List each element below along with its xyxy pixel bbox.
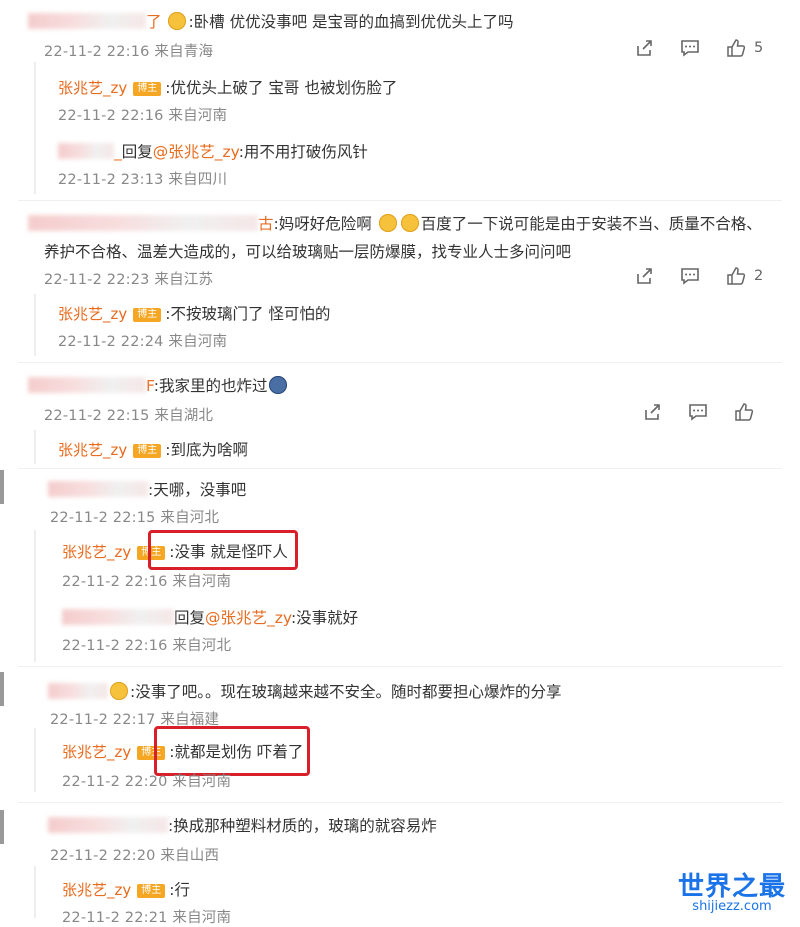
- comment-4-text: :天哪，没事吧: [48, 478, 246, 500]
- watermark: 世界之最 shijiezz.com: [678, 866, 786, 914]
- divider: [18, 200, 782, 201]
- reply-author[interactable]: 张兆艺_zy: [58, 305, 127, 323]
- emoji-icon: [400, 214, 419, 232]
- thread-line: [34, 866, 36, 918]
- blurred-username: [28, 13, 146, 29]
- like-count: 2: [754, 268, 764, 284]
- share-icon: [645, 404, 660, 420]
- author-badge: 博主: [133, 308, 162, 322]
- blurred-username: [48, 817, 168, 833]
- comment-button[interactable]: [688, 402, 708, 422]
- avatar-edge: [0, 672, 4, 706]
- reply-4b-meta: 22-11-2 22:16 来自河北: [62, 638, 232, 654]
- highlight-box: [148, 530, 298, 570]
- share-button[interactable]: [642, 402, 662, 422]
- reply-author[interactable]: 张兆艺_zy: [62, 743, 131, 761]
- comment-5-text: :没事了吧。。现在玻璃越来越不安全。随时都要担心爆炸的分享: [48, 680, 561, 702]
- reply-author[interactable]: 张兆艺_zy: [58, 441, 127, 459]
- author-badge: 博主: [133, 82, 162, 96]
- comment-6-meta: 22-11-2 22:20 来自山西: [50, 848, 220, 864]
- emoji-icon: [378, 214, 397, 232]
- reply-4-meta: 22-11-2 22:16 来自河南: [62, 574, 232, 590]
- like-icon: [735, 403, 754, 421]
- comment-1-meta: 22-11-2 22:16 来自青海: [44, 44, 214, 60]
- blurred-username: [28, 377, 146, 393]
- comment-2-meta: 22-11-2 22:23 来自江苏: [44, 272, 214, 288]
- watermark-url: shijiezz.com: [692, 899, 772, 914]
- comment-1-text: 了 :卧槽 优优没事吧 是宝哥的血搞到优优头上了吗: [28, 10, 514, 32]
- reply-1-text: 张兆艺_zy 博主:优优头上破了 宝哥 也被划伤脸了: [58, 79, 398, 97]
- comment-icon: [689, 404, 707, 421]
- blurred-username: [28, 215, 258, 231]
- emoji-icon: [168, 12, 187, 30]
- like-icon: [727, 39, 746, 57]
- thread-line: [34, 62, 36, 194]
- comment-3-text: F:我家里的也炸过: [28, 374, 289, 396]
- reply-author[interactable]: 张兆艺_zy: [62, 881, 131, 899]
- reply-6-meta: 22-11-2 22:21 来自河南: [62, 910, 232, 926]
- like-icon: [727, 267, 746, 285]
- comment-button[interactable]: [680, 38, 700, 58]
- comment-4-meta: 22-11-2 22:15 来自河北: [50, 510, 220, 526]
- reply-5-meta: 22-11-2 22:20 来自河南: [62, 774, 232, 790]
- comment-1-actions: 5: [634, 38, 763, 58]
- reply-1-meta: 22-11-2 22:16 来自河南: [58, 108, 228, 124]
- mention-link[interactable]: @张兆艺_zy: [153, 143, 239, 161]
- emoji-icon: [269, 376, 288, 394]
- comment-icon: [681, 40, 699, 57]
- comment-button[interactable]: [680, 266, 700, 286]
- divider: [18, 666, 782, 667]
- comment-3-actions: [642, 402, 754, 422]
- like-button[interactable]: [734, 402, 754, 422]
- blurred-username: [58, 143, 114, 159]
- blurred-username: [62, 609, 174, 625]
- avatar-edge: [0, 470, 4, 504]
- comment-3-meta: 22-11-2 22:15 来自湖北: [44, 408, 214, 424]
- highlight-box: [154, 726, 310, 776]
- blurred-username: [48, 481, 148, 497]
- thread-line: [34, 530, 36, 662]
- like-button[interactable]: 2: [726, 266, 763, 286]
- divider: [18, 362, 782, 363]
- reply-6-text: 张兆艺_zy 博主:行: [62, 881, 190, 899]
- share-icon: [637, 268, 652, 284]
- divider: [18, 802, 782, 803]
- emoji-icon: [110, 682, 128, 700]
- mention-link[interactable]: @张兆艺_zy: [205, 609, 291, 627]
- comment-icon: [681, 268, 699, 285]
- reply-author[interactable]: 张兆艺_zy: [62, 543, 131, 561]
- share-icon: [637, 40, 652, 56]
- thread-line: [34, 294, 36, 356]
- watermark-title: 世界之最: [677, 872, 786, 902]
- blurred-username: [48, 683, 108, 699]
- share-button[interactable]: [634, 38, 654, 58]
- reply-4b-text: 回复@张兆艺_zy:没事就好: [62, 606, 358, 628]
- reply-3-text: 张兆艺_zy 博主:到底为啥啊: [58, 441, 248, 459]
- share-button[interactable]: [634, 266, 654, 286]
- reply-1b-text: _回复@张兆艺_zy:用不用打破伤风针: [58, 140, 368, 162]
- reply-author[interactable]: 张兆艺_zy: [58, 79, 127, 97]
- thread-line: [34, 728, 36, 792]
- thread-line: [34, 430, 36, 464]
- comment-2-text: 古:妈呀好危险啊 百度了一下说可能是由于安装不当、质量不合格、: [28, 212, 762, 234]
- like-button[interactable]: 5: [726, 38, 763, 58]
- author-badge: 博主: [133, 444, 162, 458]
- reply-2-text: 张兆艺_zy 博主:不按玻璃门了 怪可怕的: [58, 305, 331, 323]
- author-badge: 博主: [137, 884, 166, 898]
- reply-1b-meta: 22-11-2 23:13 来自四川: [58, 172, 228, 188]
- comment-2-text-cont: 养护不合格、温差大造成的，可以给玻璃贴一层防爆膜，找专业人士多问问吧: [44, 243, 572, 261]
- avatar-edge: [0, 810, 4, 844]
- comment-2-actions: 2: [634, 266, 763, 286]
- divider: [18, 468, 782, 469]
- reply-2-meta: 22-11-2 22:24 来自河南: [58, 334, 228, 350]
- comment-6-text: :换成那种塑料材质的，玻璃的就容易炸: [48, 814, 437, 836]
- like-count: 5: [754, 40, 764, 56]
